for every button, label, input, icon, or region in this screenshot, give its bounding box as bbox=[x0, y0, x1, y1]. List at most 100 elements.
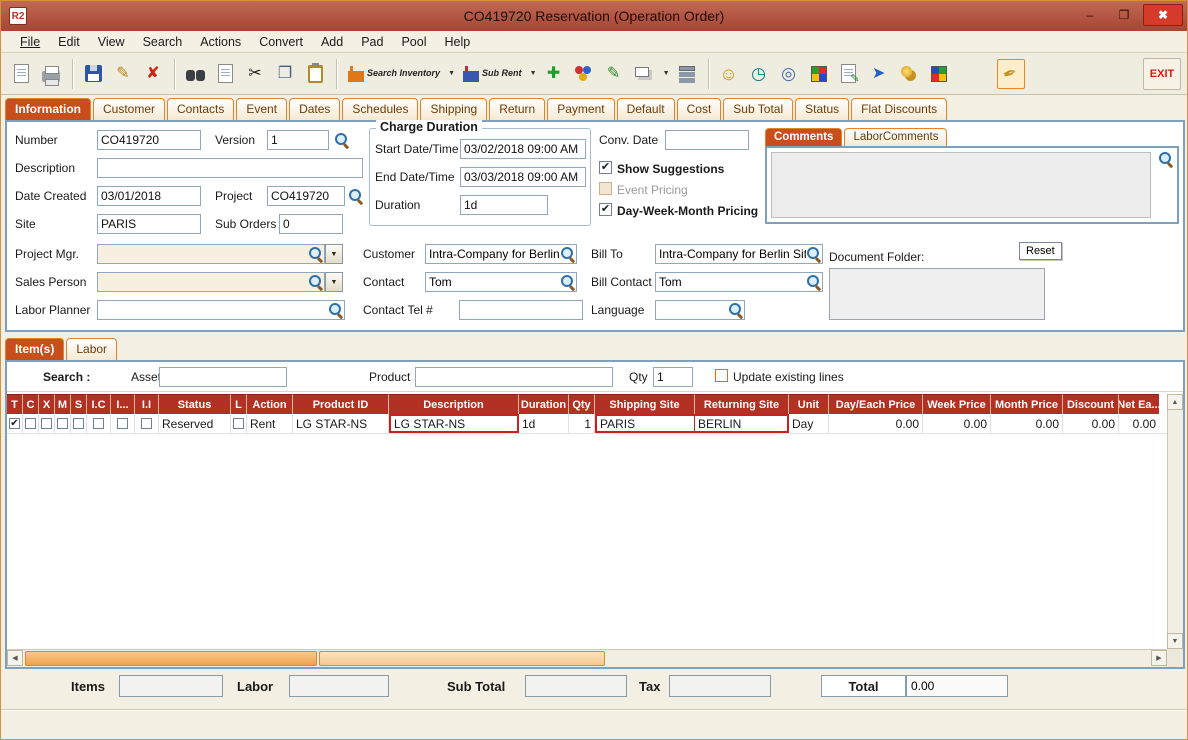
tab-information[interactable]: Information bbox=[5, 98, 91, 120]
search-inventory-dropdown[interactable]: ▼ bbox=[445, 59, 458, 89]
cell-m-checkbox[interactable] bbox=[55, 414, 71, 433]
bill-to-search-icon[interactable] bbox=[806, 246, 821, 261]
menu-pad[interactable]: Pad bbox=[352, 33, 392, 51]
media-button[interactable]: ◎ bbox=[775, 59, 803, 89]
labor-planner-search-icon[interactable] bbox=[328, 302, 343, 317]
batch-print-button[interactable] bbox=[673, 59, 701, 89]
menu-convert[interactable]: Convert bbox=[250, 33, 312, 51]
hscroll-thumb[interactable] bbox=[25, 651, 317, 666]
col-header-t[interactable]: T bbox=[7, 394, 23, 414]
tab-dates[interactable]: Dates bbox=[289, 98, 341, 120]
cell-action[interactable]: Rent bbox=[247, 414, 293, 433]
cell-week-price[interactable]: 0.00 bbox=[923, 414, 991, 433]
col-header-m[interactable]: M bbox=[55, 394, 71, 414]
cell-day-each-price[interactable]: 0.00 bbox=[829, 414, 923, 433]
copy-button[interactable]: ❐ bbox=[271, 59, 299, 89]
sub-rent-button[interactable]: Sub Rent bbox=[458, 58, 527, 90]
maximize-button[interactable]: ❐ bbox=[1109, 4, 1139, 26]
tab-payment[interactable]: Payment bbox=[547, 98, 615, 120]
language-search-icon[interactable] bbox=[728, 302, 743, 317]
vertical-scrollbar[interactable]: ▲ ▼ bbox=[1167, 394, 1183, 649]
tab-flat-discounts[interactable]: Flat Discounts bbox=[851, 98, 948, 120]
tab-shipping[interactable]: Shipping bbox=[420, 98, 488, 120]
tab-return[interactable]: Return bbox=[489, 98, 546, 120]
project-mgr-input[interactable] bbox=[97, 244, 325, 264]
notes-button[interactable]: ✎ bbox=[600, 59, 628, 89]
cell-qty[interactable]: 1 bbox=[569, 414, 595, 433]
sales-person-search-icon[interactable] bbox=[308, 274, 323, 289]
end-date-input[interactable] bbox=[460, 167, 586, 187]
col-header-day-each-price[interactable]: Day/Each Price bbox=[829, 394, 923, 414]
cell-shipping-site[interactable]: PARIS bbox=[595, 414, 695, 433]
cell-l-checkbox[interactable] bbox=[231, 414, 247, 433]
group-items-button[interactable] bbox=[570, 59, 598, 89]
document-folder-box[interactable] bbox=[829, 268, 1045, 320]
sales-person-dropdown[interactable]: ▼ bbox=[325, 272, 343, 292]
sales-person-input[interactable] bbox=[97, 272, 325, 292]
event-pricing-checkbox[interactable] bbox=[599, 182, 612, 195]
tab-contacts[interactable]: Contacts bbox=[167, 98, 235, 120]
col-header-x[interactable]: X bbox=[39, 394, 55, 414]
col-header-shipping-site[interactable]: Shipping Site bbox=[595, 394, 695, 414]
reports-button[interactable] bbox=[925, 59, 953, 89]
date-created-input[interactable] bbox=[97, 186, 201, 206]
find-in-document-button[interactable] bbox=[211, 59, 239, 89]
version-search-icon[interactable] bbox=[334, 132, 349, 147]
search-inventory-button[interactable]: Search Inventory bbox=[343, 58, 445, 90]
description-input[interactable] bbox=[97, 158, 363, 178]
bill-to-input[interactable] bbox=[655, 244, 823, 264]
labor-planner-input[interactable] bbox=[97, 300, 345, 320]
col-header-unit[interactable]: Unit bbox=[789, 394, 829, 414]
customer-search-icon[interactable] bbox=[560, 246, 575, 261]
col-header-returning-site[interactable]: Returning Site bbox=[695, 394, 789, 414]
col-header-i2[interactable]: I... bbox=[111, 394, 135, 414]
cards-button[interactable] bbox=[630, 59, 658, 89]
find-button[interactable] bbox=[181, 59, 209, 89]
comments-textarea[interactable] bbox=[771, 152, 1151, 218]
add-line-button[interactable]: ✚ bbox=[540, 59, 568, 89]
comments-search-icon[interactable] bbox=[1158, 151, 1173, 166]
paste-button[interactable] bbox=[301, 59, 329, 89]
col-header-discount[interactable]: Discount bbox=[1063, 394, 1119, 414]
cell-description[interactable]: LG STAR-NS bbox=[389, 414, 519, 433]
tab-customer[interactable]: Customer bbox=[93, 98, 166, 120]
col-header-duration[interactable]: Duration bbox=[519, 394, 569, 414]
customer-input[interactable] bbox=[425, 244, 577, 264]
cell-ic-checkbox[interactable] bbox=[87, 414, 111, 433]
cell-month-price[interactable]: 0.00 bbox=[991, 414, 1063, 433]
cell-returning-site[interactable]: BERLIN bbox=[695, 414, 789, 433]
duration-input[interactable] bbox=[460, 195, 548, 215]
configurator-button[interactable] bbox=[805, 59, 833, 89]
col-header-qty[interactable]: Qty bbox=[569, 394, 595, 414]
col-header-action[interactable]: Action bbox=[247, 394, 293, 414]
horizontal-scrollbar[interactable]: ◀ ▶ bbox=[7, 649, 1167, 667]
col-header-description[interactable]: Description bbox=[389, 394, 519, 414]
col-header-week-price[interactable]: Week Price bbox=[923, 394, 991, 414]
menu-add[interactable]: Add bbox=[312, 33, 352, 51]
cell-discount[interactable]: 0.00 bbox=[1063, 414, 1119, 433]
project-search-icon[interactable] bbox=[348, 188, 363, 203]
menu-actions[interactable]: Actions bbox=[191, 33, 250, 51]
col-header-month-price[interactable]: Month Price bbox=[991, 394, 1063, 414]
cell-c-checkbox[interactable] bbox=[23, 414, 39, 433]
col-header-product-id[interactable]: Product ID bbox=[293, 394, 389, 414]
new-button[interactable] bbox=[7, 59, 35, 89]
bill-contact-input[interactable] bbox=[655, 272, 823, 292]
scroll-left-arrow[interactable]: ◀ bbox=[7, 650, 23, 666]
contact-input[interactable] bbox=[425, 272, 577, 292]
project-mgr-dropdown[interactable]: ▼ bbox=[325, 244, 343, 264]
cell-t-checkbox[interactable]: ✔ bbox=[7, 414, 23, 433]
bill-contact-search-icon[interactable] bbox=[806, 274, 821, 289]
save-button[interactable] bbox=[79, 59, 107, 89]
cell-status[interactable]: Reserved bbox=[159, 414, 231, 433]
col-header-status[interactable]: Status bbox=[159, 394, 231, 414]
asset-search-input[interactable] bbox=[159, 367, 287, 387]
contact-search-icon[interactable] bbox=[560, 274, 575, 289]
edit-button[interactable]: ✎ bbox=[109, 59, 137, 89]
col-header-ic[interactable]: I.C bbox=[87, 394, 111, 414]
cell-product-id[interactable]: LG STAR-NS bbox=[293, 414, 389, 433]
cell-net-each[interactable]: 0.00 bbox=[1119, 414, 1159, 433]
col-header-ii[interactable]: I.I bbox=[135, 394, 159, 414]
checked-checkbox[interactable]: ✔ bbox=[9, 418, 20, 429]
start-date-input[interactable] bbox=[460, 139, 586, 159]
